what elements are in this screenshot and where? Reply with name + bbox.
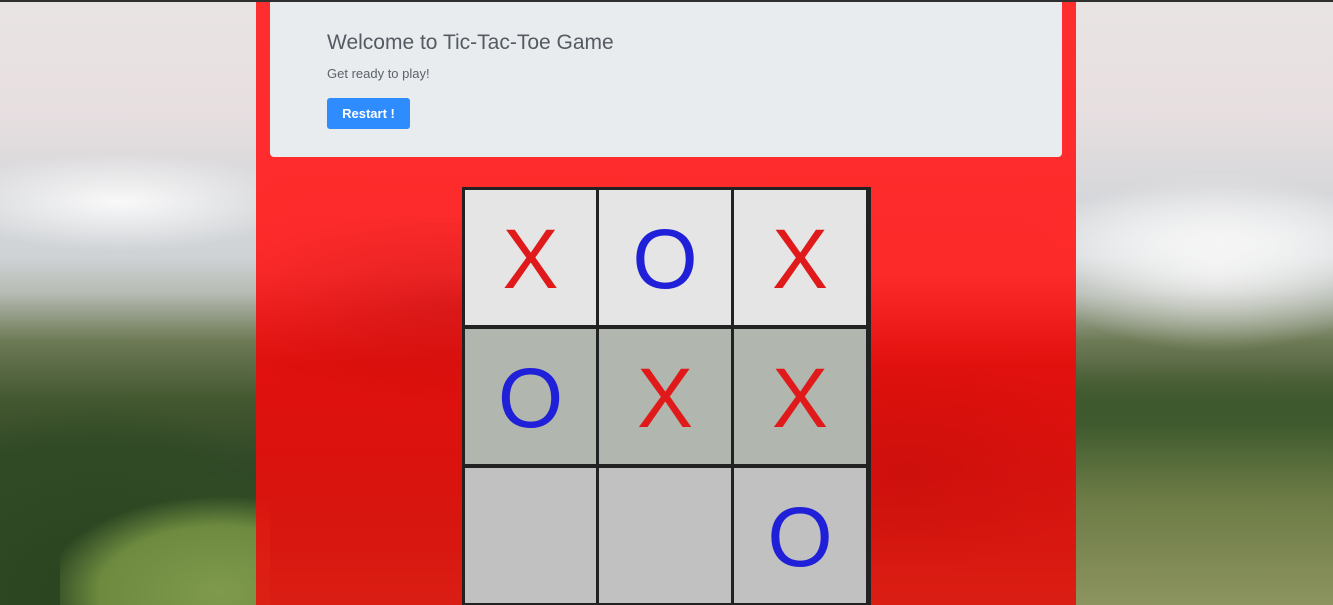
board-cell-2[interactable]: O (599, 190, 731, 325)
page-title: Welcome to Tic-Tac-Toe Game (327, 31, 614, 54)
cell-mark: X (636, 350, 694, 445)
board-cell-3[interactable]: X (734, 190, 866, 325)
cell-mark: X (502, 211, 559, 306)
mist-decoration (1076, 152, 1333, 382)
welcome-banner: Welcome to Tic-Tac-Toe Game Get ready to… (270, 2, 1062, 157)
cell-mark: X (771, 211, 829, 306)
game-page: Welcome to Tic-Tac-Toe Game Get ready to… (0, 0, 1333, 605)
board-cell-6[interactable]: X (734, 329, 866, 464)
board-cell-5[interactable]: X (599, 329, 731, 464)
meadow-hill-left (60, 472, 270, 605)
board-cell-8[interactable] (599, 468, 731, 603)
cell-mark: O (497, 350, 564, 445)
board-cell-1[interactable]: X (465, 190, 596, 325)
restart-button[interactable]: Restart ! (327, 98, 410, 129)
hill-right (1076, 362, 1333, 605)
game-board: X O X O X X O (462, 187, 871, 605)
cell-mark: X (771, 350, 829, 445)
page-subtitle: Get ready to play! (327, 66, 430, 81)
cell-mark: O (767, 489, 833, 584)
cell-mark: O (632, 211, 698, 306)
board-cell-9[interactable]: O (734, 468, 866, 603)
board-cell-4[interactable]: O (465, 329, 596, 464)
board-cell-7[interactable] (465, 468, 596, 603)
